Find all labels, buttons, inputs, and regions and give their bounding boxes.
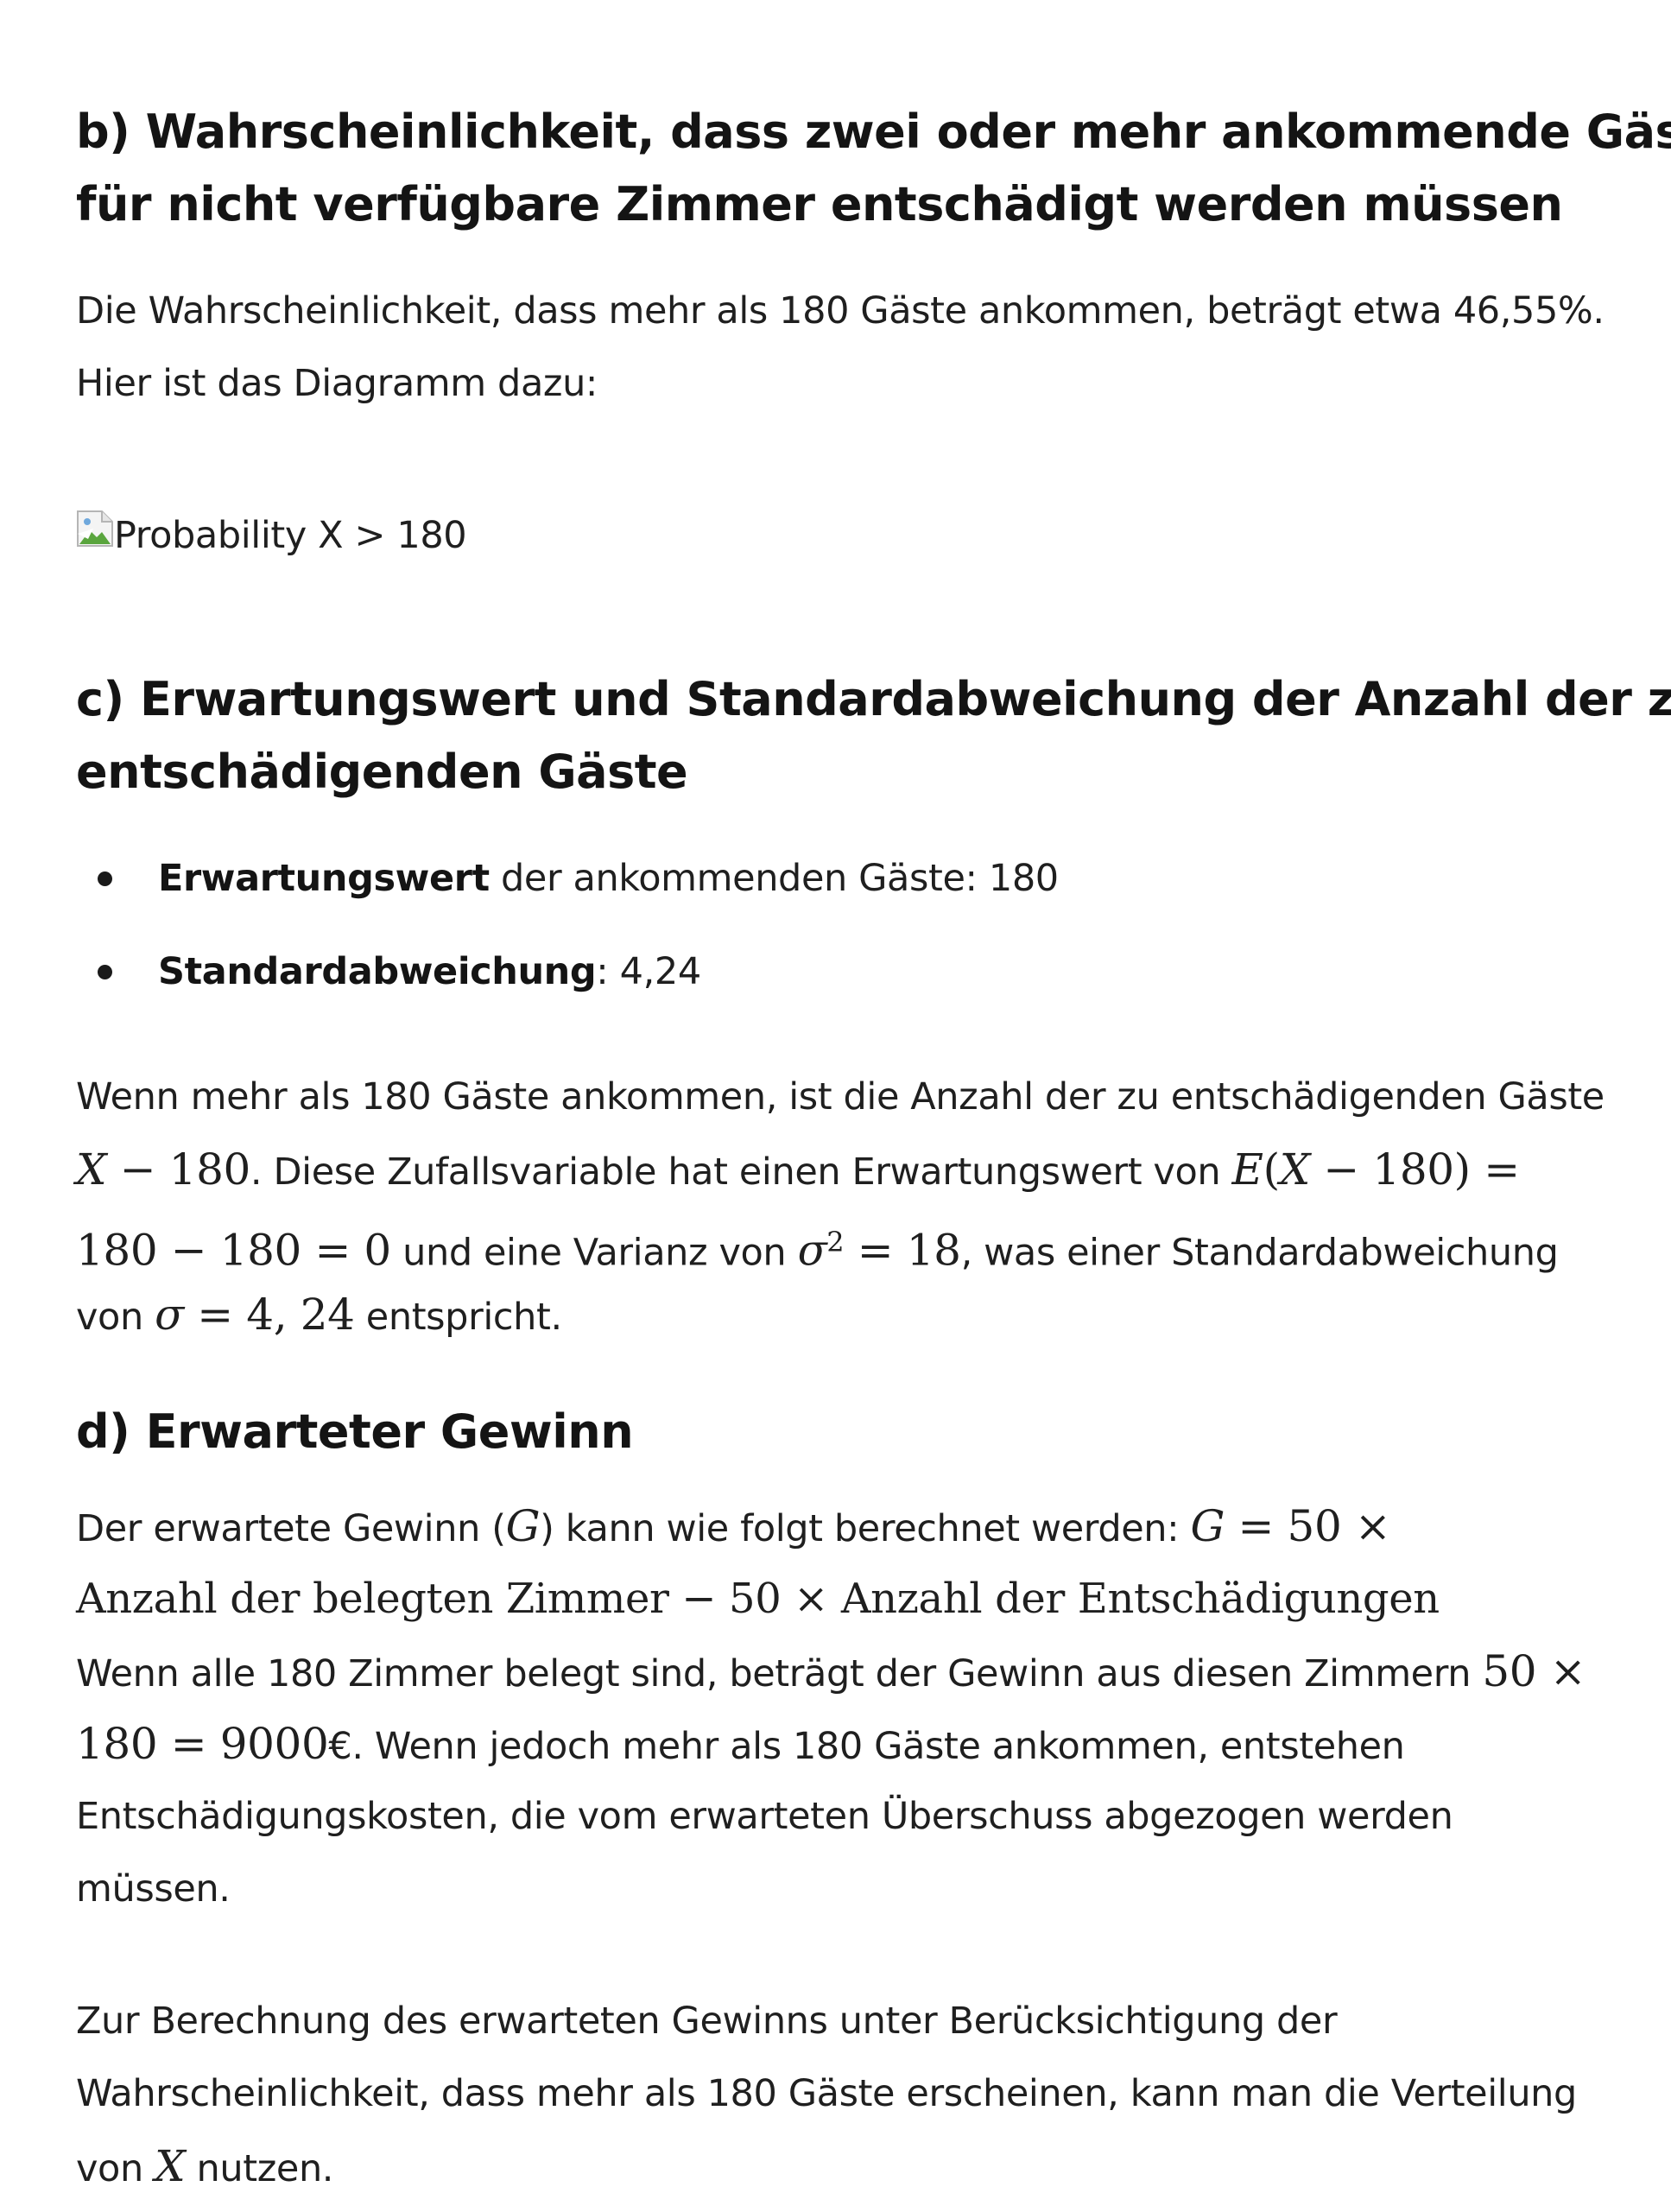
math-var: X [1279, 1144, 1311, 1195]
text-run: Wenn alle 180 Zimmer belegt sind, beträg… [76, 1652, 1483, 1695]
section-d-para1-line1: Der erwartete Gewinn (G) kann wie folgt … [76, 1490, 1613, 1562]
section-c-heading-line1: c) Erwartungswert und Standardabweichung… [76, 672, 1671, 726]
section-c-para-line4: von σ = 4, 24 entspricht. [76, 1278, 1613, 1351]
section-c-heading: c) Erwartungswert und Standardabweichung… [76, 658, 1671, 803]
section-d-para2-line2: Wahrscheinlichkeit, dass mehr als 180 Gä… [76, 2072, 1577, 2115]
math-var: E [1231, 1144, 1264, 1195]
math-expr: 180 = 9000 [76, 1719, 329, 1769]
text-run: . Diese Zufallsvariable hat einen Erwart… [250, 1150, 1232, 1194]
section-c-heading-line2: entschädigenden Gäste [76, 745, 688, 799]
list-item: Erwartungswert der ankommenden Gäste: 18… [76, 842, 1613, 935]
bullet-bold-label: Standardabweichung [158, 950, 597, 993]
section-b-para-line1: Die Wahrscheinlichkeit, dass mehr als 18… [76, 289, 1605, 333]
section-b-para-line2: Hier ist das Diagramm dazu: [76, 362, 598, 405]
math-var: X [155, 2141, 186, 2191]
section-c-para-line2: X − 180. Diese Zufallsvariable hat einen… [76, 1133, 1613, 1206]
list-item: Standardabweichung: 4,24 [76, 935, 1613, 1029]
math-var: X [76, 1144, 107, 1195]
text-run: ) kann wie folgt berechnet werden: [540, 1507, 1191, 1550]
text-run: entspricht. [354, 1296, 562, 1339]
section-d-para1-line4: 180 = 9000€. Wenn jedoch mehr als 180 Gä… [76, 1708, 1613, 1780]
math-expr: = 18 [844, 1225, 961, 1276]
bullet-icon [98, 965, 112, 979]
text-run: Der erwartete Gewinn ( [76, 1507, 506, 1550]
math-expr: 50 × [1482, 1646, 1586, 1696]
math-var: G [505, 1501, 541, 1551]
math-superscript: 2 [826, 1226, 845, 1258]
broken-image-icon [76, 510, 114, 548]
section-c-bullet-list: Erwartungswert der ankommenden Gäste: 18… [76, 842, 1613, 1029]
math-expr: − 180) = [1309, 1144, 1520, 1195]
math-formula: Anzahl der belegten Zimmer − 50 × Anzahl… [76, 1575, 1440, 1623]
section-b-heading-line1: b) Wahrscheinlichkeit, dass zwei oder me… [76, 105, 1671, 159]
math-var: G [1190, 1501, 1225, 1551]
section-d-paragraph-2: Zur Berechnung des erwarteten Gewinns un… [76, 1985, 1613, 2202]
math-var: σ [797, 1225, 827, 1276]
broken-image-placeholder: Probability X > 180 [76, 499, 467, 572]
section-d-para2-line1: Zur Berechnung des erwarteten Gewinns un… [76, 2000, 1338, 2043]
section-d-para1-line2: Anzahl der belegten Zimmer − 50 × Anzahl… [76, 1562, 1613, 1635]
text-run: €. Wenn jedoch mehr als 180 Gäste ankomm… [328, 1725, 1405, 1768]
image-alt-text: Probability X > 180 [114, 514, 467, 557]
math-expr: = 50 × [1225, 1501, 1391, 1551]
section-d-heading: d) Erwarteter Gewinn [76, 1404, 634, 1459]
math-expr: − 180 [106, 1144, 251, 1195]
section-d-para1-line3: Wenn alle 180 Zimmer belegt sind, beträg… [76, 1635, 1613, 1708]
bullet-bold-label: Erwartungswert [158, 857, 490, 900]
text-run: , was einer Standardabweichung [960, 1231, 1559, 1275]
section-b-heading-line2: für nicht verfügbare Zimmer entschädigt … [76, 177, 1563, 231]
math-expr: 180 − 180 = 0 [76, 1225, 391, 1276]
section-d-para2-line3: von X nutzen. [76, 2130, 1613, 2202]
text-run: und eine Varianz von [390, 1231, 798, 1275]
bullet-icon [98, 871, 112, 886]
bullet-text: der ankommenden Gäste: 180 [489, 857, 1059, 900]
math-var: σ [155, 1290, 184, 1340]
section-d-para1-line6: müssen. [76, 1867, 231, 1911]
section-c-para-line1: Wenn mehr als 180 Gäste ankommen, ist di… [76, 1075, 1605, 1119]
text-run: von [76, 2147, 155, 2190]
section-c-paragraph: Wenn mehr als 180 Gäste ankommen, ist di… [76, 1061, 1613, 1351]
section-d-paragraph-1: Der erwartete Gewinn (G) kann wie folgt … [76, 1490, 1613, 1925]
text-run: von [76, 1296, 155, 1339]
math-expr: = 4, 24 [183, 1290, 355, 1340]
math-expr: ( [1263, 1144, 1281, 1195]
section-b-paragraph: Die Wahrscheinlichkeit, dass mehr als 18… [76, 275, 1613, 420]
section-d-para1-line5: Entschädigungskosten, die vom erwarteten… [76, 1795, 1453, 1838]
section-c-para-line3: 180 − 180 = 0 und eine Varianz von σ2 = … [76, 1206, 1613, 1278]
text-run: nutzen. [185, 2147, 334, 2190]
bullet-text: : 4,24 [596, 950, 701, 993]
section-b-heading: b) Wahrscheinlichkeit, dass zwei oder me… [76, 91, 1671, 236]
